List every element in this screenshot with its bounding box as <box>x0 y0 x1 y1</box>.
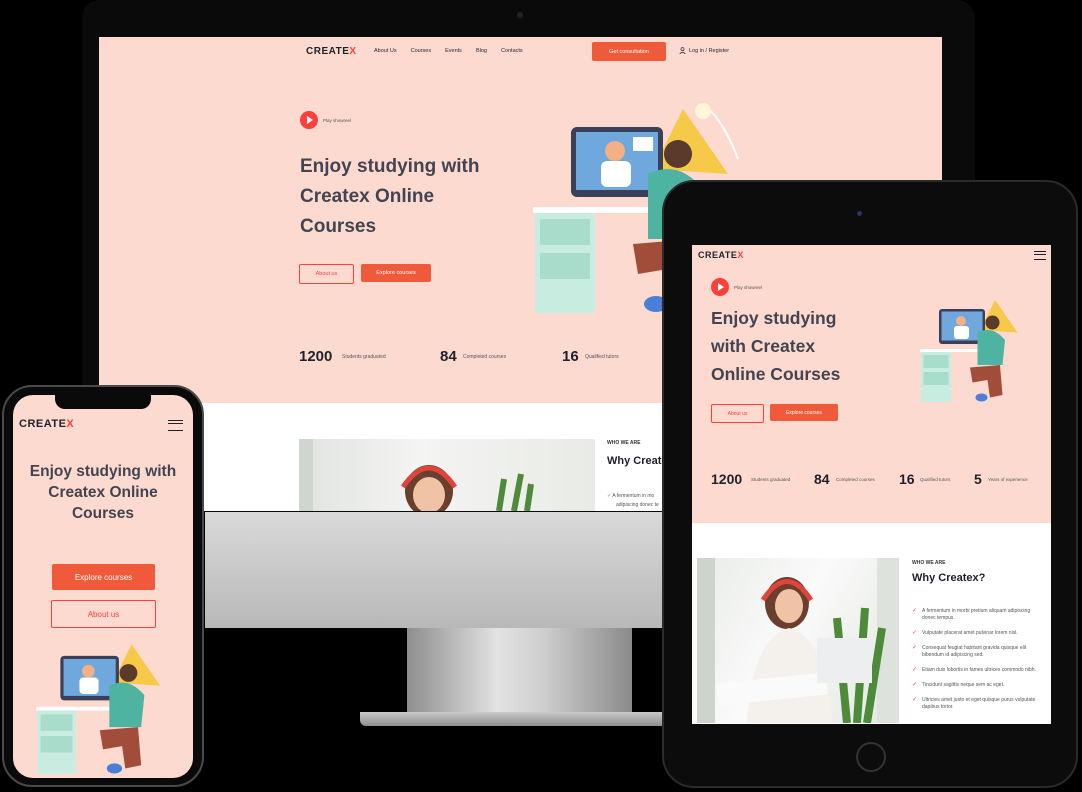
imac-base <box>360 712 670 726</box>
student-photo <box>697 558 899 723</box>
desktop-navbar: CREATEX About Us Courses Events Blog Con… <box>99 37 942 67</box>
login-label: Log in / Register <box>689 47 730 54</box>
explore-courses-button[interactable]: Explore courses <box>52 564 155 590</box>
phone-screen: CREATEX Enjoy studying with Createx Onli… <box>13 395 193 778</box>
play-icon[interactable] <box>711 278 729 296</box>
play-icon[interactable] <box>300 111 318 129</box>
nav-link-contacts[interactable]: Contacts <box>501 48 523 54</box>
stat-label: Completed courses <box>836 477 875 482</box>
ipad-camera <box>857 211 862 216</box>
logo-text: CREATE <box>306 46 350 57</box>
imac-chin <box>205 512 665 628</box>
explore-courses-button[interactable]: Explore courses <box>770 404 838 421</box>
about-list: ✓ A fermentum in mo adipiscing donec te <box>607 492 659 510</box>
logo-x: X <box>349 46 357 57</box>
student-photo <box>299 439 595 511</box>
nav-link-about[interactable]: About Us <box>374 48 397 54</box>
nav-link-blog[interactable]: Blog <box>476 48 487 54</box>
check-icon: ✓ <box>607 493 612 499</box>
stat-label: Completed courses <box>463 354 507 360</box>
why-createx-heading: Why Create <box>607 455 668 467</box>
list-item: Etiam duis lobortis in fames ultrices co… <box>912 667 1044 674</box>
list-item-text: A fermentum in mo <box>612 493 655 499</box>
ipad-home-button[interactable] <box>856 742 886 772</box>
stat-value: 1200 <box>711 471 743 487</box>
why-createx-list: A fermentum in morbi pretium aliquam adi… <box>912 608 1044 719</box>
iphone-notch <box>55 395 151 409</box>
list-item: Vulputate placerat amet pulvinar lorem n… <box>912 630 1044 637</box>
stat-value: 5 <box>974 471 982 487</box>
get-consultation-button[interactable]: Get consultation <box>592 42 666 61</box>
stat-label: Years of experience <box>988 477 1028 482</box>
nav-link-courses[interactable]: Courses <box>411 48 431 54</box>
menu-icon[interactable] <box>1034 251 1046 260</box>
stat-label: Qualified tutors <box>585 354 619 360</box>
who-we-are-eyebrow: WHO WE ARE <box>912 560 946 566</box>
nav-link-events[interactable]: Events <box>445 48 462 54</box>
logo[interactable]: CREATEX <box>19 418 74 430</box>
tablet-screen: CREATEX Play showreel Enjoy studying wit… <box>692 245 1051 724</box>
why-createx-heading: Why Createx? <box>912 572 986 584</box>
hero-illustration <box>36 644 161 775</box>
list-item: Ultricies amet justo et eget quisque pur… <box>912 697 1044 711</box>
imac-stand <box>407 628 632 718</box>
hero-title: Enjoy studying with Createx Online Cours… <box>29 463 177 522</box>
logo-text: CREATE <box>698 250 738 260</box>
stat-label: Qualified tutors <box>920 477 951 482</box>
stat-value: 1200 <box>299 348 333 365</box>
list-item: Tincidunt sagittis neque sem ac eget. <box>912 682 1044 689</box>
who-we-are-eyebrow: WHO WE ARE <box>607 440 641 446</box>
imac-camera <box>517 12 523 18</box>
nav-links: About Us Courses Events Blog Contacts <box>374 48 523 54</box>
stat-value: 16 <box>562 348 579 365</box>
hero-illustration <box>920 300 1018 402</box>
logo[interactable]: CREATEX <box>698 250 744 260</box>
stat-value: 84 <box>814 471 830 487</box>
user-icon <box>679 47 686 54</box>
logo-x: X <box>66 418 75 430</box>
hero-title: Enjoy studying with Createx Online Cours… <box>300 156 480 237</box>
logo-text: CREATE <box>19 418 67 430</box>
play-showreel-label: Play showreel <box>734 285 763 290</box>
list-item: A fermentum in morbi pretium aliquam adi… <box>912 608 1044 622</box>
login-register-link[interactable]: Log in / Register <box>679 47 729 54</box>
logo[interactable]: CREATEX <box>306 46 357 57</box>
about-us-button[interactable]: About us <box>51 600 156 628</box>
list-item-continuation: adipiscing donec te <box>616 502 659 508</box>
about-us-button[interactable]: About us <box>299 264 354 284</box>
about-us-button[interactable]: About us <box>711 404 764 423</box>
play-showreel-label: Play showreel <box>323 118 352 123</box>
list-item: ✓ A fermentum in mo <box>607 492 659 501</box>
stat-value: 84 <box>440 348 457 365</box>
logo-x: X <box>737 250 744 260</box>
list-item: Consequat feugiat habitant gravida quisq… <box>912 645 1044 659</box>
menu-icon[interactable] <box>168 420 183 431</box>
stat-value: 16 <box>899 471 915 487</box>
stat-label: Students graduated <box>342 354 386 360</box>
explore-courses-button[interactable]: Explore courses <box>361 264 431 282</box>
hero-title: Enjoy studying with Createx Online Cours… <box>711 308 841 384</box>
stat-label: Students graduated <box>751 477 791 482</box>
